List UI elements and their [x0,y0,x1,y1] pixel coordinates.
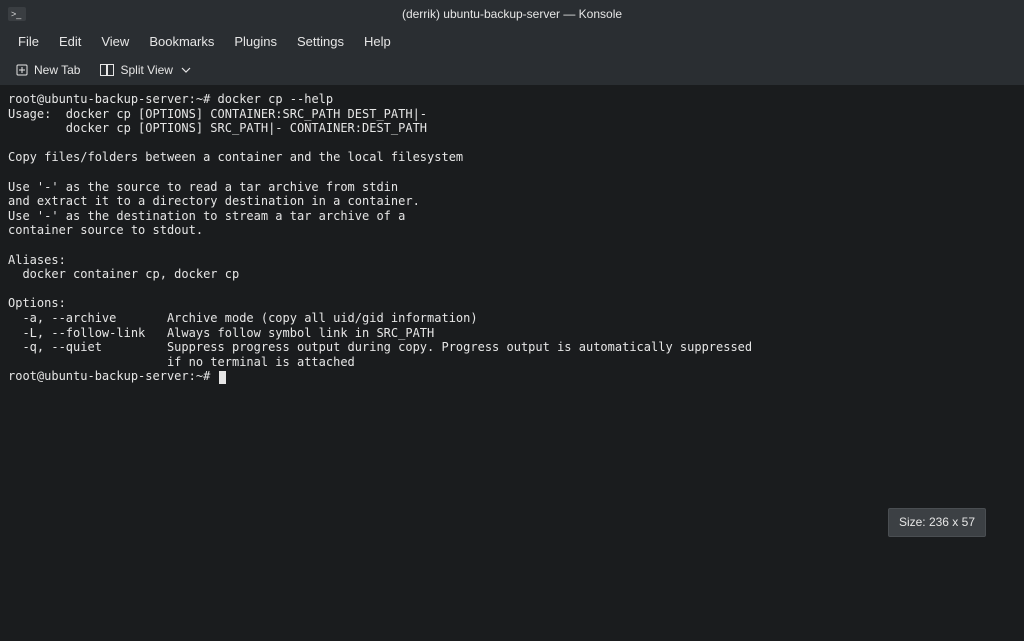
terminal-command: docker cp --help [210,92,333,106]
size-tooltip: Size: 236 x 57 [888,508,986,537]
chevron-down-icon [179,65,191,75]
menu-settings[interactable]: Settings [287,30,354,53]
split-view-button[interactable]: Split View [94,59,196,81]
menubar: File Edit View Bookmarks Plugins Setting… [0,28,1024,54]
terminal-output: Usage: docker cp [OPTIONS] CONTAINER:SRC… [8,107,752,369]
menu-bookmarks[interactable]: Bookmarks [139,30,224,53]
menu-help[interactable]: Help [354,30,401,53]
new-tab-button[interactable]: New Tab [10,59,86,81]
split-view-icon [100,64,114,76]
terminal-prompt: root@ubuntu-backup-server:~# [8,369,218,383]
menu-edit[interactable]: Edit [49,30,91,53]
terminal-prompt: root@ubuntu-backup-server:~# [8,92,210,106]
new-tab-label: New Tab [34,63,80,77]
plus-icon [16,64,28,76]
terminal-icon: >_ [8,7,26,21]
toolbar: New Tab Split View [0,54,1024,86]
terminal-area[interactable]: root@ubuntu-backup-server:~# docker cp -… [0,86,1024,641]
menu-view[interactable]: View [91,30,139,53]
menu-plugins[interactable]: Plugins [224,30,287,53]
window-title: (derrik) ubuntu-backup-server — Konsole [402,7,622,21]
menu-file[interactable]: File [8,30,49,53]
terminal-cursor [219,371,226,384]
split-view-label: Split View [120,63,172,77]
titlebar: >_ (derrik) ubuntu-backup-server — Konso… [0,0,1024,28]
